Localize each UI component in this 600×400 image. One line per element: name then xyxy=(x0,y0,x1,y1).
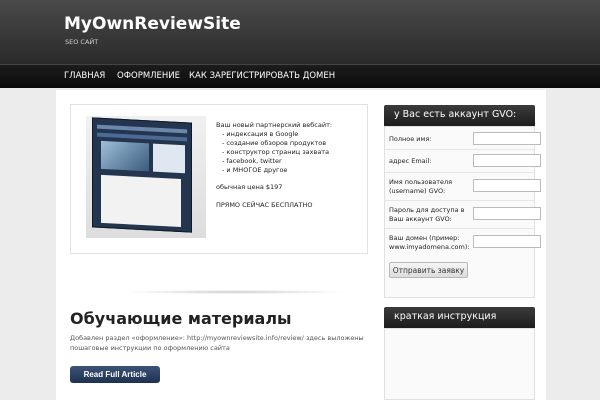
gvo-widget-title: у Вас есть аккаунт GVO: xyxy=(384,105,535,126)
feature-bullet: - facebook, twitter xyxy=(222,157,282,165)
feature-bullet: - и МНОГОЕ другое xyxy=(222,166,288,174)
password-label: Пароль для доступа в xyxy=(389,206,465,214)
username-label: (username) GVO: xyxy=(389,187,446,195)
domain-label: Ваш домен (пример: xyxy=(389,234,460,242)
post-title[interactable]: Обучающие материалы xyxy=(70,309,292,328)
site-tagline: SEO САЙТ xyxy=(65,38,99,46)
site-header: MyOwnReviewSite SEO САЙТ xyxy=(0,0,600,64)
screenshot-topbar xyxy=(97,124,187,134)
username-input[interactable] xyxy=(473,179,541,192)
username-label: Имя пользователя xyxy=(389,178,453,186)
feature-free-offer: ПРЯМО СЕЙЧАС БЕСПЛАТНО xyxy=(216,201,313,209)
screenshot-navbar xyxy=(97,132,187,142)
screenshot-sidebar xyxy=(153,143,185,174)
post-excerpt: пошаговые инструкции по оформлению сайта xyxy=(70,344,230,352)
domain-label: www.imyadomena.com): xyxy=(389,243,470,251)
site-title[interactable]: MyOwnReviewSite xyxy=(64,14,241,34)
feature-price: обычная цена $197 xyxy=(216,183,283,191)
domain-input[interactable] xyxy=(473,235,541,248)
section-divider xyxy=(120,290,350,294)
email-label: адрес Email: xyxy=(389,157,432,165)
form-separator xyxy=(385,149,534,150)
website-screenshot-image xyxy=(92,117,192,233)
post-excerpt: Добавлен раздел «оформление»: http://myo… xyxy=(70,334,364,342)
password-label: Ваш аккаунт GVO: xyxy=(389,215,452,223)
instructions-widget-body xyxy=(384,328,535,400)
main-nav: ГЛАВНАЯ ОФОРМЛЕНИЕ КАК ЗАРЕГИСТРИРОВАТЬ … xyxy=(0,64,600,88)
submit-application-button[interactable]: Отправить заявку xyxy=(389,262,468,278)
form-separator xyxy=(385,172,534,173)
nav-item-design[interactable]: ОФОРМЛЕНИЕ xyxy=(117,71,180,81)
instructions-widget-title: краткая инструкция xyxy=(384,307,535,328)
form-separator xyxy=(385,200,534,201)
feature-bullet: - конструктор страниц захвата xyxy=(222,148,330,156)
full-name-input[interactable] xyxy=(473,132,541,145)
feature-bullet: - создание обзоров продуктов xyxy=(222,139,327,147)
screenshot-panel xyxy=(101,174,181,228)
nav-item-home[interactable]: ГЛАВНАЯ xyxy=(64,71,105,81)
password-input[interactable] xyxy=(473,207,541,220)
feature-headline: Ваш новый партнерский вебсайт: xyxy=(216,121,333,129)
screenshot-hero xyxy=(101,140,149,172)
feature-bullet: - индексация в Google xyxy=(222,130,299,138)
full-name-label: Полное имя: xyxy=(389,135,432,143)
nav-item-register-domain[interactable]: КАК ЗАРЕГИСТРИРОВАТЬ ДОМЕН xyxy=(189,71,335,81)
email-input[interactable] xyxy=(473,154,541,167)
form-separator xyxy=(385,228,534,229)
read-full-article-button[interactable]: Read Full Article xyxy=(70,366,160,383)
